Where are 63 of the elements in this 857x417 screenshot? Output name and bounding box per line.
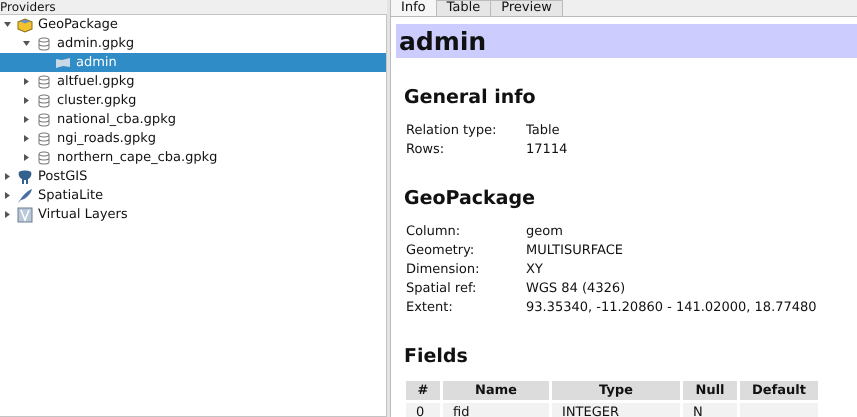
column-header: # [406, 381, 440, 400]
property-value: geom [526, 223, 564, 241]
tree-item[interactable]: northern_cape_cba.gpkg [0, 148, 386, 167]
layer-title: admin [396, 24, 857, 58]
column-header: Null [683, 381, 737, 400]
virtual-layer-icon [17, 206, 33, 222]
property-label: Column: [406, 223, 462, 241]
expand-arrow-icon[interactable] [4, 173, 10, 180]
expand-arrow-icon[interactable] [4, 192, 10, 199]
tab[interactable]: Preview [490, 0, 563, 16]
property-value: 93.35340, -11.20860 - 141.02000, 18.77480 [526, 299, 818, 317]
collapse-arrow-icon[interactable] [4, 21, 10, 28]
tree-item[interactable]: GeoPackage [0, 15, 386, 34]
table-cell: 0 [406, 403, 440, 417]
section-heading: GeoPackage [404, 187, 536, 209]
tree-item[interactable]: admin.gpkg [0, 34, 386, 53]
tree-item[interactable]: altfuel.gpkg [0, 72, 386, 91]
property-label: Relation type: [406, 122, 498, 140]
tree-item[interactable]: ngi_roads.gpkg [0, 129, 386, 148]
database-icon [38, 94, 50, 108]
property-value: 17114 [526, 141, 568, 159]
package-icon [17, 16, 33, 32]
feather-icon [17, 188, 33, 204]
section-heading: Fields [404, 345, 469, 367]
expand-arrow-icon[interactable] [22, 97, 30, 104]
expand-arrow-icon[interactable] [4, 211, 10, 218]
tab[interactable]: Table [436, 0, 492, 16]
property-label: Rows: [406, 141, 446, 159]
property-label: Spatial ref: [406, 280, 478, 298]
table-cell: INTEGER [552, 403, 680, 417]
property-label: Dimension: [406, 261, 480, 279]
property-label: Extent: [406, 299, 454, 317]
property-value: Table [526, 122, 561, 140]
tree-item[interactable]: admin [0, 53, 386, 72]
polygon-layer-icon [55, 56, 71, 68]
database-icon [38, 112, 50, 126]
database-icon [38, 132, 50, 146]
database-icon [38, 36, 50, 50]
tab[interactable]: Info [390, 0, 437, 16]
expand-arrow-icon[interactable] [22, 116, 30, 123]
tree-item[interactable]: SpatiaLite [0, 186, 386, 205]
property-value: XY [526, 261, 544, 279]
property-label: Geometry: [406, 242, 476, 260]
elephant-icon [17, 168, 33, 184]
tree-item[interactable]: cluster.gpkg [0, 91, 386, 110]
table-cell: fid [443, 403, 549, 417]
expand-arrow-icon[interactable] [22, 135, 30, 142]
tree-item[interactable]: national_cba.gpkg [0, 110, 386, 129]
expand-arrow-icon[interactable] [22, 78, 30, 85]
column-header: Type [552, 381, 680, 400]
database-icon [38, 150, 50, 164]
table-cell: N [683, 403, 737, 417]
section-heading: General info [404, 86, 537, 108]
column-header: Default [740, 381, 818, 400]
database-icon [38, 74, 50, 88]
property-value: WGS 84 (4326) [526, 280, 626, 298]
tree-item[interactable]: PostGIS [0, 167, 386, 186]
column-header: Name [443, 381, 549, 400]
collapse-arrow-icon[interactable] [22, 40, 30, 47]
panel-title: Providers [0, 0, 56, 14]
tree-item[interactable]: Virtual Layers [0, 205, 386, 224]
property-value: MULTISURFACE [526, 242, 624, 260]
expand-arrow-icon[interactable] [22, 154, 30, 161]
